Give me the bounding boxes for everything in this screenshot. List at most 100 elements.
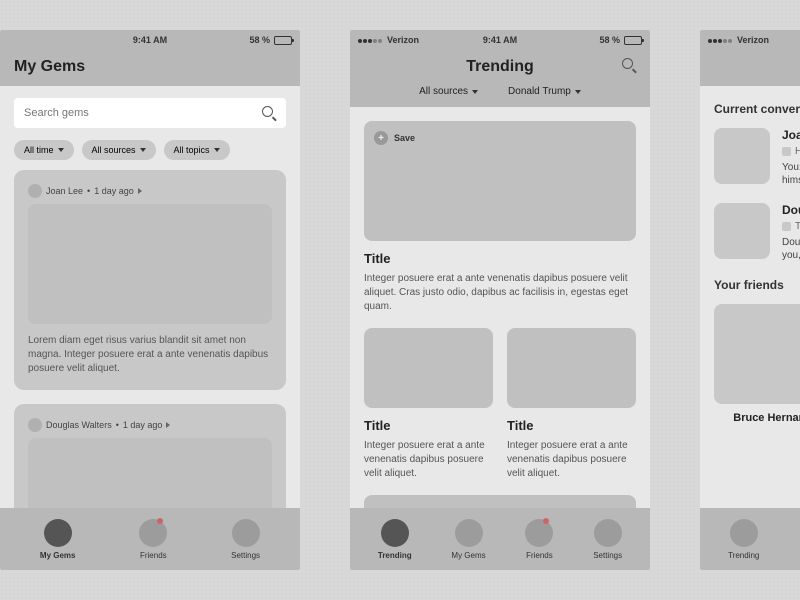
friends-grid: Bruce Hernandez Nicole bbox=[714, 304, 800, 424]
tab-bar: My Gems Friends Settings bbox=[0, 508, 300, 570]
search-icon bbox=[622, 58, 636, 72]
topic-icon bbox=[782, 222, 791, 231]
tab-icon bbox=[232, 519, 260, 547]
conversation-item[interactable]: Douglas Walters The American Dream Is Do… bbox=[714, 203, 800, 262]
header: Trending bbox=[350, 50, 650, 86]
header: My Gems bbox=[0, 50, 300, 86]
filter-topic[interactable]: Donald Trump bbox=[508, 86, 581, 97]
tab-icon bbox=[139, 519, 167, 547]
tab-bar: Trending My Gems Friends Settings bbox=[350, 508, 650, 570]
friend-card[interactable]: Bruce Hernandez bbox=[714, 304, 800, 424]
avatar bbox=[714, 128, 770, 184]
search-button[interactable] bbox=[622, 58, 636, 77]
chip-topics[interactable]: All topics bbox=[164, 140, 230, 160]
gem-card[interactable]: Douglas Walters • 1 day ago Lorem diam e… bbox=[14, 404, 286, 508]
tab-my-gems[interactable]: My Gems bbox=[40, 519, 76, 560]
card-title: Title bbox=[507, 418, 636, 433]
phone-trending: Verizon 9:41 AM 58 % Trending All source… bbox=[350, 30, 650, 570]
card-meta: Douglas Walters • 1 day ago bbox=[28, 418, 272, 432]
tab-icon bbox=[525, 519, 553, 547]
status-time: 9:41 AM bbox=[133, 35, 167, 45]
search-input[interactable] bbox=[14, 98, 286, 128]
friend-name: Bruce Hernandez bbox=[714, 412, 800, 424]
signal-icon bbox=[708, 35, 733, 45]
avatar bbox=[714, 304, 800, 404]
page-title: My Gems bbox=[14, 58, 286, 76]
article-row: Title Integer posuere erat a ante venena… bbox=[364, 328, 636, 495]
section-conversations: Current conversations bbox=[714, 102, 800, 116]
card-body: Lorem diam eget risus varius blandit sit… bbox=[28, 334, 272, 376]
card-image bbox=[364, 328, 493, 408]
page-title: Friends bbox=[714, 58, 800, 76]
header: Friends bbox=[700, 50, 800, 86]
tab-icon bbox=[381, 519, 409, 547]
chevron-down-icon bbox=[575, 90, 581, 94]
chevron-down-icon bbox=[472, 90, 478, 94]
article-card[interactable]: Title Integer posuere erat a ante venena… bbox=[507, 328, 636, 481]
conversation-preview: You: A noble man compares and estimates … bbox=[782, 161, 800, 187]
status-bar: Verizon 9:41 AM 58 % bbox=[700, 30, 800, 50]
notification-badge bbox=[543, 518, 549, 524]
tab-icon bbox=[44, 519, 72, 547]
article-card[interactable]: +Save Title Integer posuere erat a ante … bbox=[364, 121, 636, 314]
phone-friends: Verizon 9:41 AM 58 % Friends Current con… bbox=[700, 30, 800, 570]
tab-friends[interactable]: Friends bbox=[139, 519, 167, 560]
tab-icon bbox=[594, 519, 622, 547]
phone-my-gems: 9:41 AM 58 % My Gems All time All source… bbox=[0, 30, 300, 570]
conversation-topic: The American Dream Is bbox=[782, 221, 800, 232]
chevron-down-icon bbox=[140, 148, 146, 152]
content: Current conversations Joan Lee How to In… bbox=[700, 86, 800, 508]
plus-icon: + bbox=[374, 131, 388, 145]
content: +Save Title Integer posuere erat a ante … bbox=[350, 107, 650, 508]
card-body: Integer posuere erat a ante venenatis da… bbox=[364, 439, 493, 481]
card-meta: Joan Lee • 1 day ago bbox=[28, 184, 272, 198]
status-time: 9:41 AM bbox=[483, 35, 517, 45]
gem-card[interactable]: Joan Lee • 1 day ago Lorem diam eget ris… bbox=[14, 170, 286, 390]
tab-friends[interactable]: Friends bbox=[525, 519, 553, 560]
card-image bbox=[364, 495, 636, 508]
card-image bbox=[507, 328, 636, 408]
search-icon bbox=[262, 106, 276, 120]
avatar bbox=[28, 184, 42, 198]
notification-badge bbox=[157, 518, 163, 524]
friend-name: Joan Lee bbox=[782, 128, 800, 142]
filter-bar: All sources Donald Trump bbox=[350, 86, 650, 107]
content: Joan Lee • 1 day ago Lorem diam eget ris… bbox=[0, 170, 300, 508]
friend-name: Douglas Walters bbox=[782, 203, 800, 217]
avatar bbox=[28, 418, 42, 432]
card-image: +Save bbox=[364, 121, 636, 241]
card-image bbox=[28, 438, 272, 508]
save-button[interactable]: +Save bbox=[374, 131, 415, 145]
chevron-down-icon bbox=[58, 148, 64, 152]
chevron-down-icon bbox=[214, 148, 220, 152]
tab-icon bbox=[455, 519, 483, 547]
card-title: Title bbox=[364, 418, 493, 433]
chip-sources[interactable]: All sources bbox=[82, 140, 156, 160]
article-card[interactable]: Title Integer posuere erat a ante venena… bbox=[364, 328, 493, 481]
page-title: Trending bbox=[364, 58, 636, 76]
signal-icon bbox=[358, 35, 383, 45]
conversation-item[interactable]: Joan Lee How to Invest in Yourself You: … bbox=[714, 128, 800, 187]
card-body: Integer posuere erat a ante venenatis da… bbox=[364, 272, 636, 314]
tab-trending[interactable]: Trending bbox=[378, 519, 412, 560]
card-image bbox=[28, 204, 272, 324]
battery-icon bbox=[274, 36, 292, 45]
tab-icon bbox=[730, 519, 758, 547]
tab-my-gems[interactable]: My Gems bbox=[451, 519, 485, 560]
status-bar: Verizon 9:41 AM 58 % bbox=[350, 30, 650, 50]
battery-icon bbox=[624, 36, 642, 45]
tab-settings[interactable]: Settings bbox=[593, 519, 622, 560]
chip-time[interactable]: All time bbox=[14, 140, 74, 160]
tab-bar: Trending My Gems Friends Settings bbox=[700, 508, 800, 570]
filter-chips: All time All sources All topics bbox=[0, 140, 300, 170]
filter-sources[interactable]: All sources bbox=[419, 86, 478, 97]
chevron-right-icon bbox=[138, 188, 142, 194]
chevron-right-icon bbox=[166, 422, 170, 428]
tab-trending[interactable]: Trending bbox=[728, 519, 759, 560]
conversation-preview: Douglas: Because a thing seems difficult… bbox=[782, 236, 800, 262]
conversation-topic: How to Invest in Yourself bbox=[782, 146, 800, 157]
search-field[interactable] bbox=[24, 107, 262, 119]
tab-settings[interactable]: Settings bbox=[231, 519, 260, 560]
avatar bbox=[714, 203, 770, 259]
topic-icon bbox=[782, 147, 791, 156]
